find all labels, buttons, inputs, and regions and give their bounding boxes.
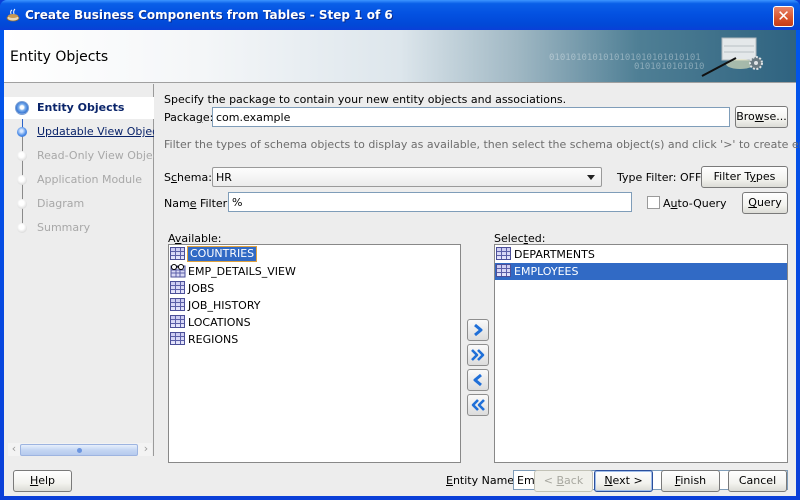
sidebar-step-summary: Summary [4,217,154,239]
chevron-down-icon [587,175,595,180]
list-item-emp-details-view[interactable]: EMP_DETAILS_VIEW [169,263,460,280]
list-item-job-history[interactable]: JOB_HISTORY [169,297,460,314]
auto-query-label[interactable]: Auto-Query [663,197,727,210]
pending-step-icon [17,199,27,209]
next-button[interactable]: Next > [594,470,653,492]
auto-query-checkbox[interactable] [647,196,660,209]
table-icon [170,298,185,311]
table-icon [170,315,185,328]
list-item-departments[interactable]: DEPARTMENTS [495,246,787,263]
browse-button[interactable]: Browse... [735,106,788,128]
sidebar-horizontal-scrollbar[interactable]: ‹ › [8,442,152,456]
name-filter-label: Name Filter: [164,197,231,210]
list-item-employees[interactable]: EMPLOYEES [495,263,787,280]
close-icon: ✕ [777,7,790,25]
step-label: Application Module [37,173,142,186]
schema-label: Schema: [164,171,212,184]
table-icon [496,264,511,277]
list-item-countries[interactable]: COUNTRIES [169,246,460,263]
filter-types-button[interactable]: Filter Types [701,166,788,188]
remove-all-button[interactable] [467,394,489,416]
move-selected-button[interactable] [467,319,489,341]
step-label: Entity Objects [37,101,125,114]
sidebar-step-diagram: Diagram [4,193,154,215]
chevron-left-icon [473,373,482,387]
step-label: Diagram [37,197,85,210]
visited-step-icon [17,127,27,137]
remove-selected-button[interactable] [467,369,489,391]
window-title: Create Business Components from Tables -… [25,8,393,22]
step-label: Read-Only View Objects [37,149,154,162]
package-input[interactable]: com.example [212,107,730,127]
table-icon [170,332,185,345]
filter-instruction: Filter the types of schema objects to di… [164,138,800,151]
sidebar-step-updatable-view-objects[interactable]: Updatable View Objects [4,121,154,143]
chevron-right-icon [474,323,483,337]
double-chevron-right-icon [471,349,485,361]
page-title: Entity Objects [10,49,109,65]
help-button[interactable]: Help [13,470,72,492]
step-label: Summary [37,221,91,234]
sidebar-step-application-module: Application Module [4,169,154,191]
list-item-jobs[interactable]: JOBS [169,280,460,297]
scroll-right-icon[interactable]: › [140,442,152,455]
wizard-content: Specify the package to contain your new … [164,84,800,490]
cancel-button[interactable]: Cancel [728,470,787,492]
pending-step-icon [17,175,27,185]
step-label: Updatable View Objects [37,125,154,138]
close-button[interactable]: ✕ [773,6,794,27]
coffee-cup-icon [6,8,20,22]
current-step-icon [15,101,29,115]
wizard-header: Entity Objects 0101010101010101010101010… [4,30,796,83]
move-all-button[interactable] [467,344,489,366]
double-chevron-left-icon [471,399,485,411]
wizard-steps-sidebar: Entity Objects Updatable View Objects Re… [4,84,154,456]
table-icon [496,247,511,260]
back-button[interactable]: < Back [534,470,593,492]
package-label: Package: [164,111,214,124]
selected-list[interactable]: DEPARTMENTS EMPLOYEES [494,244,788,463]
dialog-client: Entity Objects 0101010101010101010101010… [4,30,800,496]
entity-name-label: Entity Name: [446,474,518,487]
scroll-left-icon[interactable]: ‹ [8,442,20,455]
name-filter-input[interactable]: % [228,192,632,212]
dialog-window: Create Business Components from Tables -… [0,0,800,500]
wizard-gear-icon [701,37,763,77]
list-item-locations[interactable]: LOCATIONS [169,314,460,331]
table-icon [170,281,185,294]
finish-button[interactable]: Finish [661,470,720,492]
pending-step-icon [17,151,27,161]
sidebar-step-read-only-view-objects: Read-Only View Objects [4,145,154,167]
schema-dropdown[interactable]: HR [212,167,602,187]
schema-selected-value: HR [216,171,232,184]
type-filter-status: Type Filter: OFF [617,171,702,184]
list-item-regions[interactable]: REGIONS [169,331,460,348]
title-bar[interactable]: Create Business Components from Tables -… [0,0,800,30]
available-list[interactable]: COUNTRIES EMP_DETAILS_VIEW JOBS JOB_HIST… [168,244,461,463]
query-button[interactable]: Query [742,192,788,214]
scrollbar-thumb[interactable] [20,444,138,456]
sidebar-step-entity-objects[interactable]: Entity Objects [4,97,154,119]
package-instruction: Specify the package to contain your new … [164,93,567,106]
table-icon [170,247,185,260]
pending-step-icon [17,223,27,233]
view-icon [170,264,186,278]
